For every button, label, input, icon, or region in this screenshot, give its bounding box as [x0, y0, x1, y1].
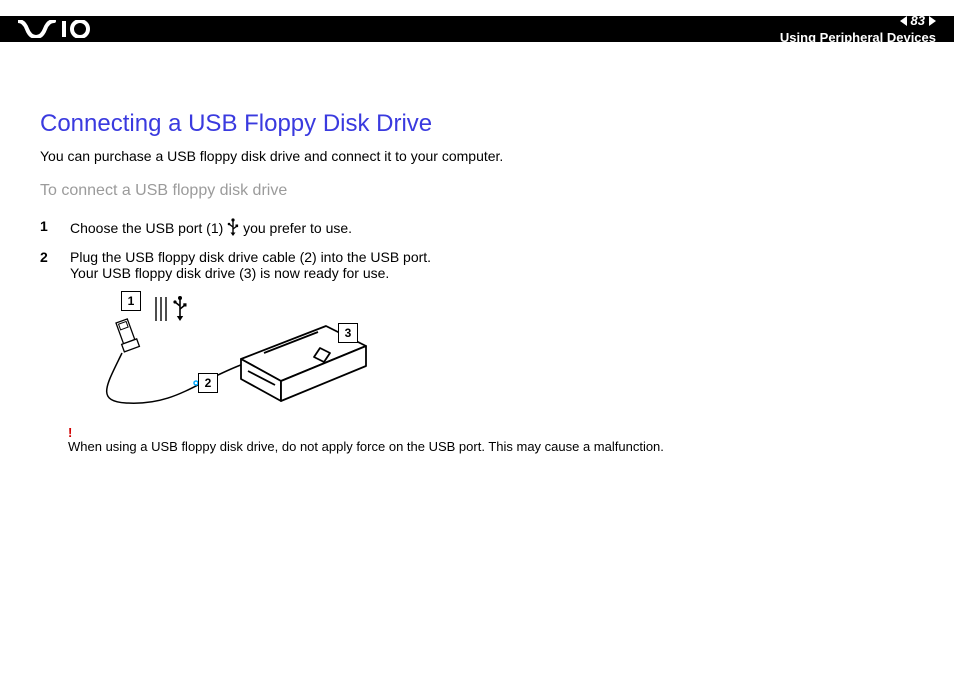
step-text: Plug the USB floppy disk drive cable (2)…: [70, 249, 431, 281]
step-text-before: Choose the USB port (1): [70, 220, 227, 236]
page-number: 83: [911, 13, 925, 28]
nav-next-icon[interactable]: [929, 16, 936, 26]
steps-list: 1 Choose the USB port (1) you prefer to …: [40, 218, 920, 281]
warning-text: When using a USB floppy disk drive, do n…: [68, 439, 664, 454]
step-text-after: you prefer to use.: [243, 220, 352, 236]
diagram-label-1: 1: [121, 291, 141, 311]
step-row: 2 Plug the USB floppy disk drive cable (…: [40, 249, 920, 281]
diagram-svg: [66, 291, 386, 421]
step-row: 1 Choose the USB port (1) you prefer to …: [40, 218, 920, 239]
usb-icon: [227, 218, 239, 239]
header-right: 83 Using Peripheral Devices: [780, 13, 936, 45]
nav-prev-icon[interactable]: [900, 16, 907, 26]
connection-diagram: 1 2 3: [66, 291, 386, 421]
step-line: Your USB floppy disk drive (3) is now re…: [70, 265, 431, 281]
page-num-cluster: 83: [900, 13, 936, 28]
header-bar: 83 Using Peripheral Devices: [0, 16, 954, 42]
intro-text: You can purchase a USB floppy disk drive…: [40, 148, 920, 164]
step-number: 1: [40, 218, 70, 239]
section-name: Using Peripheral Devices: [780, 30, 936, 45]
warning: ! When using a USB floppy disk drive, do…: [68, 425, 920, 456]
warning-icon: !: [68, 425, 920, 440]
step-text: Choose the USB port (1) you prefer to us…: [70, 218, 352, 239]
subtitle: To connect a USB floppy disk drive: [40, 182, 920, 200]
diagram-label-2: 2: [198, 373, 218, 393]
vaio-logo: [18, 16, 104, 42]
content: Connecting a USB Floppy Disk Drive You c…: [40, 110, 920, 456]
step-line: Plug the USB floppy disk drive cable (2)…: [70, 249, 431, 265]
step-number: 2: [40, 249, 70, 281]
page-title: Connecting a USB Floppy Disk Drive: [40, 110, 920, 138]
diagram-label-3: 3: [338, 323, 358, 343]
